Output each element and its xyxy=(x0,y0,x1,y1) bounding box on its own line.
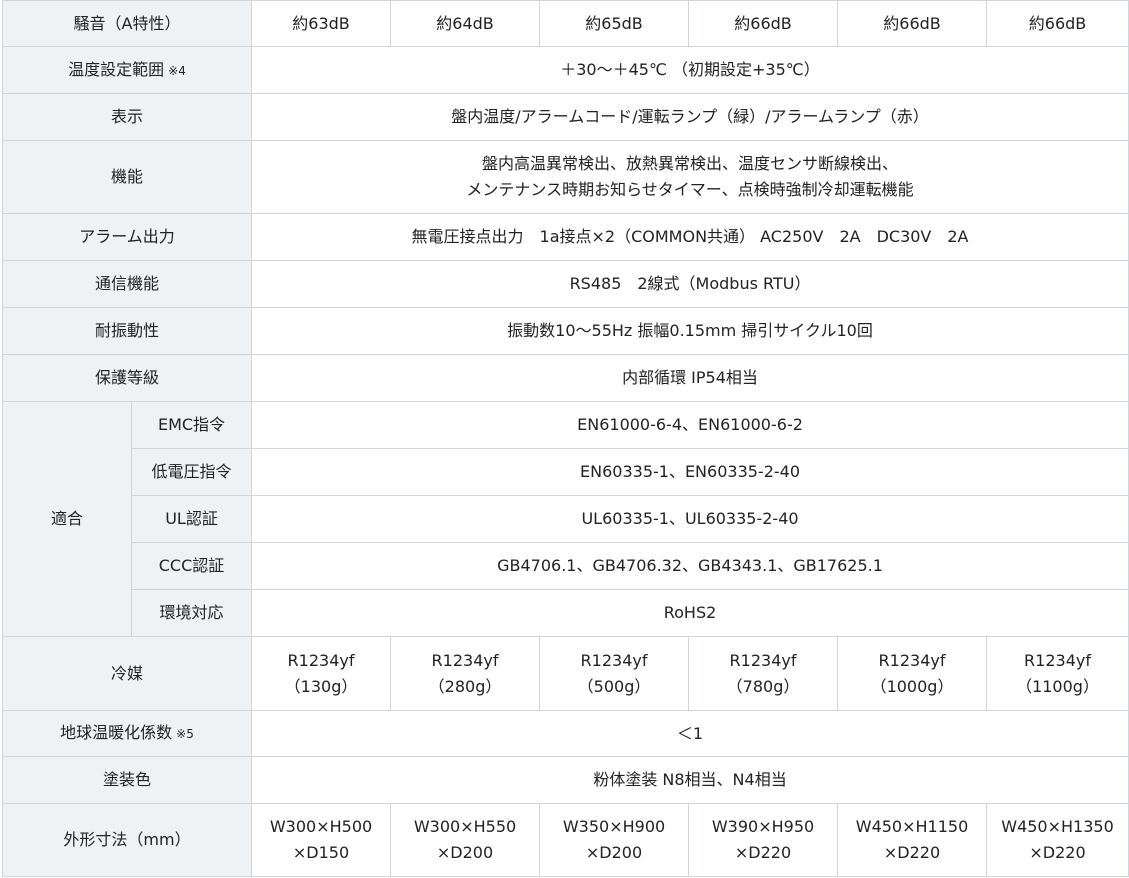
communication-label: 通信機能 xyxy=(1,260,253,308)
protection-row: 保護等級 内部循環 IP54相当 xyxy=(1,354,1129,402)
refrigerant-row: 冷媒 R1234yf （130g） R1234yf （280g） R1234yf… xyxy=(1,636,1129,711)
protection-value: 内部循環 IP54相当 xyxy=(251,354,1129,402)
alarm-output-value: 無電圧接点出力 1a接点×2（COMMON共通） AC250V 2A DC30V… xyxy=(251,213,1129,261)
gwp-row: 地球温暖化係数 ※5 ＜1 xyxy=(1,710,1129,757)
display-value: 盤内温度/アラームコード/運転ランプ（緑）/アラームランプ（赤） xyxy=(251,93,1129,141)
vibration-value: 振動数10～55Hz 振幅0.15mm 掃引サイクル10回 xyxy=(251,307,1129,355)
refrigerant-type: R1234yf xyxy=(729,650,797,670)
dimensions-d: ×D200 xyxy=(436,843,494,862)
temp-range-label-cell: 温度設定範囲 ※4 xyxy=(1,46,253,94)
gwp-note: ※5 xyxy=(176,727,194,741)
compliance-item-value: EN61000-6-4、EN61000-6-2 xyxy=(251,401,1129,449)
compliance-item-value: EN60335-1、EN60335-2-40 xyxy=(251,448,1129,496)
dimensions-d: ×D220 xyxy=(734,843,792,862)
temp-range-label: 温度設定範囲 xyxy=(68,59,165,79)
dimensions-label: 外形寸法（mm） xyxy=(1,803,253,877)
refrigerant-type: R1234yf xyxy=(431,650,499,670)
functions-label: 機能 xyxy=(1,140,253,214)
refrigerant-amount: （500g） xyxy=(577,676,651,696)
dimensions-value: W450×H1150 ×D220 xyxy=(837,803,988,877)
temp-range-row: 温度設定範囲 ※4 ＋30～＋45℃ （初期設定+35℃） xyxy=(1,46,1129,94)
compliance-item-label: UL認証 xyxy=(130,495,253,543)
compliance-item-label: 低電圧指令 xyxy=(130,448,253,496)
dimensions-d: ×D220 xyxy=(883,843,941,862)
compliance-row: CCC認証 GB4706.1、GB4706.32、GB4343.1、GB1762… xyxy=(3,542,1129,590)
display-row: 表示 盤内温度/アラームコード/運転ランプ（緑）/アラームランプ（赤） xyxy=(1,93,1129,141)
spec-table: 騒音（A特性） 約63dB 約64dB 約65dB 約66dB 約66dB 約6… xyxy=(1,0,1129,877)
dimensions-wh: W450×H1150 xyxy=(855,817,969,836)
refrigerant-value: R1234yf （1000g） xyxy=(837,636,988,711)
refrigerant-value: R1234yf （280g） xyxy=(390,636,541,711)
noise-label: 騒音（A特性） xyxy=(1,0,253,47)
functions-value: 盤内高温異常検出、放熱異常検出、温度センサ断線検出、 メンテナンス時期お知らせタ… xyxy=(251,140,1129,214)
dimensions-wh: W450×H1350 xyxy=(1001,817,1114,836)
noise-value: 約66dB xyxy=(837,0,988,47)
dimensions-wh: W350×H900 xyxy=(562,817,666,836)
compliance-item-value: RoHS2 xyxy=(251,589,1129,637)
gwp-value: ＜1 xyxy=(251,710,1129,757)
noise-value: 約64dB xyxy=(390,0,541,47)
refrigerant-value: R1234yf （1100g） xyxy=(986,636,1129,711)
dimensions-value: W450×H1350 ×D220 xyxy=(986,803,1129,877)
refrigerant-amount: （780g） xyxy=(726,676,800,696)
dimensions-value: W350×H900 ×D200 xyxy=(539,803,690,877)
compliance-row: 低電圧指令 EN60335-1、EN60335-2-40 xyxy=(3,448,1129,496)
refrigerant-amount: （1000g） xyxy=(870,676,954,696)
noise-value: 約65dB xyxy=(539,0,690,47)
gwp-label-cell: 地球温暖化係数 ※5 xyxy=(1,710,253,757)
compliance-label: 適合 xyxy=(2,401,132,637)
refrigerant-amount: （130g） xyxy=(284,676,358,696)
refrigerant-amount: （280g） xyxy=(428,676,502,696)
vibration-label: 耐振動性 xyxy=(1,307,253,355)
display-label: 表示 xyxy=(1,93,253,141)
compliance-row: 適合 EMC指令 EN61000-6-4、EN61000-6-2 xyxy=(2,401,1129,637)
paint-row: 塗装色 粉体塗装 N8相当、N4相当 xyxy=(1,756,1129,804)
compliance-row: 環境対応 RoHS2 xyxy=(3,589,1129,637)
compliance-row: UL認証 UL60335-1、UL60335-2-40 xyxy=(3,495,1129,543)
functions-line-1: 盤内高温異常検出、放熱異常検出、温度センサ断線検出、 xyxy=(482,154,899,173)
temp-range-note: ※4 xyxy=(168,63,186,78)
gwp-label: 地球温暖化係数 xyxy=(60,723,173,742)
noise-value: 約66dB xyxy=(688,0,839,47)
compliance-item-label: CCC認証 xyxy=(130,542,253,590)
alarm-output-row: アラーム出力 無電圧接点出力 1a接点×2（COMMON共通） AC250V 2… xyxy=(1,213,1129,261)
dimensions-wh: W300×H550 xyxy=(413,817,517,836)
compliance-item-label: 環境対応 xyxy=(130,589,253,637)
communication-row: 通信機能 RS485 2線式（Modbus RTU） xyxy=(1,260,1129,308)
compliance-item-label: EMC指令 xyxy=(130,401,253,449)
compliance-item-value: GB4706.1、GB4706.32、GB4343.1、GB17625.1 xyxy=(251,542,1129,590)
paint-value: 粉体塗装 N8相当、N4相当 xyxy=(251,756,1129,804)
dimensions-d: ×D150 xyxy=(292,843,350,862)
dimensions-value: W300×H500 ×D150 xyxy=(251,803,392,877)
compliance-item-value: UL60335-1、UL60335-2-40 xyxy=(251,495,1129,543)
protection-label: 保護等級 xyxy=(1,354,253,402)
refrigerant-value: R1234yf （130g） xyxy=(251,636,392,711)
functions-row: 機能 盤内高温異常検出、放熱異常検出、温度センサ断線検出、 メンテナンス時期お知… xyxy=(1,140,1129,214)
refrigerant-type: R1234yf xyxy=(580,650,648,670)
dimensions-wh: W300×H500 xyxy=(269,817,373,836)
refrigerant-amount: （1100g） xyxy=(1016,676,1099,696)
refrigerant-value: R1234yf （780g） xyxy=(688,636,839,711)
refrigerant-type: R1234yf xyxy=(287,650,355,670)
noise-value: 約66dB xyxy=(986,0,1129,47)
dimensions-d: ×D220 xyxy=(1029,843,1086,862)
temp-range-value: ＋30～＋45℃ （初期設定+35℃） xyxy=(251,46,1129,94)
noise-value: 約63dB xyxy=(251,0,392,47)
functions-line-2: メンテナンス時期お知らせタイマー、点検時強制冷却運転機能 xyxy=(466,180,914,199)
dimensions-value: W300×H550 ×D200 xyxy=(390,803,541,877)
refrigerant-type: R1234yf xyxy=(878,650,946,670)
dimensions-d: ×D200 xyxy=(585,843,643,862)
dimensions-wh: W390×H950 xyxy=(711,817,815,836)
paint-label: 塗装色 xyxy=(1,756,253,804)
dimensions-row: 外形寸法（mm） W300×H500 ×D150 W300×H550 ×D200… xyxy=(1,803,1129,877)
noise-row: 騒音（A特性） 約63dB 約64dB 約65dB 約66dB 約66dB 約6… xyxy=(1,0,1129,47)
alarm-output-label: アラーム出力 xyxy=(1,213,253,261)
refrigerant-label: 冷媒 xyxy=(1,636,253,711)
refrigerant-value: R1234yf （500g） xyxy=(539,636,690,711)
communication-value: RS485 2線式（Modbus RTU） xyxy=(251,260,1129,308)
refrigerant-type: R1234yf xyxy=(1024,650,1091,670)
dimensions-value: W390×H950 ×D220 xyxy=(688,803,839,877)
vibration-row: 耐振動性 振動数10～55Hz 振幅0.15mm 掃引サイクル10回 xyxy=(1,307,1129,355)
